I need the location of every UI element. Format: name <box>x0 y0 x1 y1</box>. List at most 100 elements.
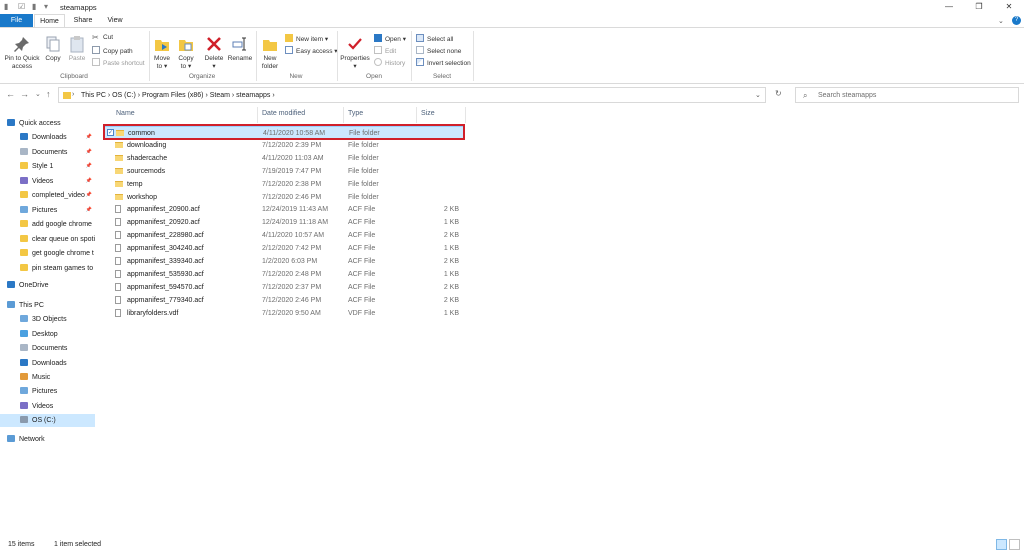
copy-to-button[interactable]: Copy to ▾ <box>176 35 196 71</box>
cut-button[interactable]: ✂ Cut <box>92 34 113 42</box>
file-row[interactable]: appmanifest_535930.acf 7/12/2020 2:48 PM A… <box>103 268 465 281</box>
pin-icon[interactable]: 📌 <box>86 189 92 202</box>
paste-shortcut-button[interactable]: Paste shortcut <box>92 58 145 67</box>
column-header-name[interactable]: Name <box>116 110 135 117</box>
sidebar-item[interactable]: Music <box>0 371 95 384</box>
paste-button[interactable]: Paste <box>66 35 88 63</box>
recent-locations-chevron-icon[interactable]: ⌄ <box>35 90 41 98</box>
tab-home[interactable]: Home <box>34 14 65 28</box>
select-all-button[interactable]: Select all <box>416 34 453 43</box>
maximize-button[interactable]: ❐ <box>964 0 994 14</box>
open-button[interactable]: Open ▾ <box>374 34 406 43</box>
sidebar-item[interactable]: Style 1 📌 <box>0 160 95 173</box>
sidebar-item[interactable]: clear queue on spoti <box>0 233 95 246</box>
sidebar-item[interactable]: completed_video 📌 <box>0 189 95 202</box>
pin-icon[interactable]: 📌 <box>86 131 92 144</box>
column-divider[interactable] <box>416 107 417 123</box>
copy-path-button[interactable]: Copy path <box>92 46 133 55</box>
file-row[interactable]: temp 7/12/2020 2:38 PM File folder <box>103 178 465 191</box>
sidebar-item[interactable]: Network <box>0 433 95 446</box>
rename-button[interactable]: Rename <box>227 35 253 63</box>
file-row[interactable]: appmanifest_20920.acf 12/24/2019 11:18 AM… <box>103 216 465 229</box>
sidebar-item[interactable]: Desktop <box>0 328 95 341</box>
sidebar-item[interactable]: Videos 📌 <box>0 175 95 188</box>
column-divider[interactable] <box>465 107 466 123</box>
back-arrow-icon[interactable]: ← <box>6 89 15 99</box>
move-to-button[interactable]: Move to ▾ <box>152 35 172 71</box>
large-icons-view-button[interactable] <box>1009 539 1020 550</box>
easy-access-button[interactable]: Easy access ▾ <box>285 46 338 55</box>
sidebar-item[interactable]: get google chrome t <box>0 247 95 260</box>
file-row[interactable]: appmanifest_228980.acf 4/11/2020 10:57 AM… <box>103 229 465 242</box>
file-row[interactable]: appmanifest_20900.acf 12/24/2019 11:43 AM… <box>103 203 465 216</box>
sidebar-item[interactable]: Downloads 📌 <box>0 131 95 144</box>
sidebar-item[interactable]: Pictures 📌 <box>0 204 95 217</box>
file-row[interactable]: sourcemods 7/19/2019 7:47 PM File folder <box>103 165 465 178</box>
history-button[interactable]: History <box>374 58 405 67</box>
new-folder-button[interactable]: New folder <box>259 35 281 71</box>
tab-view[interactable]: View <box>100 14 130 28</box>
sidebar-item[interactable]: This PC <box>0 299 95 312</box>
copy-icon <box>46 36 60 52</box>
column-header-size[interactable]: Size <box>421 110 435 117</box>
pin-icon[interactable]: 📌 <box>86 160 92 173</box>
delete-button[interactable]: Delete ▾ <box>203 35 225 71</box>
close-button[interactable]: ✕ <box>994 0 1024 14</box>
file-row[interactable]: libraryfolders.vdf 7/12/2020 9:50 AM VDF F… <box>103 307 465 320</box>
new-folder-qa-icon[interactable]: ▮ <box>32 2 36 11</box>
forward-arrow-icon[interactable]: → <box>20 89 29 99</box>
customize-qa-chevron-icon[interactable]: ▾ <box>44 2 48 11</box>
sidebar-item[interactable]: Videos <box>0 400 95 413</box>
sidebar-item[interactable]: Documents 📌 <box>0 146 95 159</box>
edit-button[interactable]: Edit <box>374 46 396 55</box>
open-label[interactable]: Open ▾ <box>385 36 406 43</box>
column-header-date-modified[interactable]: Date modified <box>262 110 305 117</box>
pin-icon[interactable]: 📌 <box>86 146 92 159</box>
minimize-button[interactable]: — <box>934 0 964 14</box>
new-item-label[interactable]: New item ▾ <box>296 36 328 43</box>
file-row[interactable]: workshop 7/12/2020 2:46 PM File folder <box>103 191 465 204</box>
refresh-icon[interactable]: ↻ <box>775 89 782 98</box>
file-row[interactable]: appmanifest_594570.acf 7/12/2020 2:37 PM A… <box>103 281 465 294</box>
pin-to-quick-access-button[interactable]: Pin to Quick access <box>2 35 42 71</box>
pin-icon[interactable]: 📌 <box>86 175 92 188</box>
up-arrow-icon[interactable]: ↑ <box>46 89 51 99</box>
properties-button[interactable]: Properties ▾ <box>340 35 370 71</box>
help-icon[interactable]: ? <box>1012 16 1021 25</box>
sidebar-item[interactable]: add google chrome <box>0 218 95 231</box>
sidebar-item[interactable]: Quick access <box>0 117 95 130</box>
easy-access-label[interactable]: Easy access ▾ <box>296 48 338 55</box>
column-header-type[interactable]: Type <box>348 110 363 117</box>
search-box[interactable]: ⌕ Search steamapps <box>795 87 1019 103</box>
file-row[interactable]: appmanifest_339340.acf 1/2/2020 6:03 PM AC… <box>103 255 465 268</box>
properties-qa-icon[interactable]: ☑ <box>18 2 25 11</box>
sidebar-item[interactable]: pin steam games to <box>0 262 95 275</box>
select-none-button[interactable]: Select none <box>416 46 461 55</box>
address-bar[interactable]: › This PC › OS (C:) › Program Files (x86… <box>58 87 766 103</box>
sidebar-item[interactable]: OneDrive <box>0 279 95 292</box>
sidebar-item-label: Videos <box>32 178 54 185</box>
new-item-button[interactable]: New item ▾ <box>285 34 328 43</box>
copy-button[interactable]: Copy <box>42 35 64 63</box>
file-row[interactable]: shadercache 4/11/2020 11:03 AM File folder <box>103 152 465 165</box>
collapse-ribbon-icon[interactable]: ⌄ <box>998 17 1004 25</box>
sidebar-item[interactable]: Pictures <box>0 385 95 398</box>
tab-file[interactable]: File <box>0 14 33 28</box>
search-input[interactable]: Search steamapps <box>818 92 876 99</box>
details-view-button[interactable] <box>996 539 1007 550</box>
pin-icon[interactable]: 📌 <box>86 204 92 217</box>
column-divider[interactable] <box>343 107 344 123</box>
file-row[interactable]: appmanifest_304240.acf 2/12/2020 7:42 PM A… <box>103 242 465 255</box>
sidebar-item[interactable]: 3D Objects <box>0 313 95 326</box>
breadcrumb[interactable]: This PC › OS (C:) › Program Files (x86) … <box>81 92 275 99</box>
sidebar-item[interactable]: Downloads <box>0 357 95 370</box>
file-row[interactable]: downloading 7/12/2020 2:39 PM File folder <box>103 139 465 152</box>
file-row[interactable]: appmanifest_779340.acf 7/12/2020 2:46 PM A… <box>103 294 465 307</box>
sidebar-item[interactable]: Documents <box>0 342 95 355</box>
column-divider[interactable] <box>257 107 258 123</box>
tab-share[interactable]: Share <box>68 14 98 28</box>
invert-selection-button[interactable]: Invert selection <box>416 58 471 67</box>
folder-icon <box>20 359 28 366</box>
sidebar-item[interactable]: OS (C:) <box>0 414 95 427</box>
address-dropdown-chevron-icon[interactable]: ⌄ <box>755 91 761 99</box>
